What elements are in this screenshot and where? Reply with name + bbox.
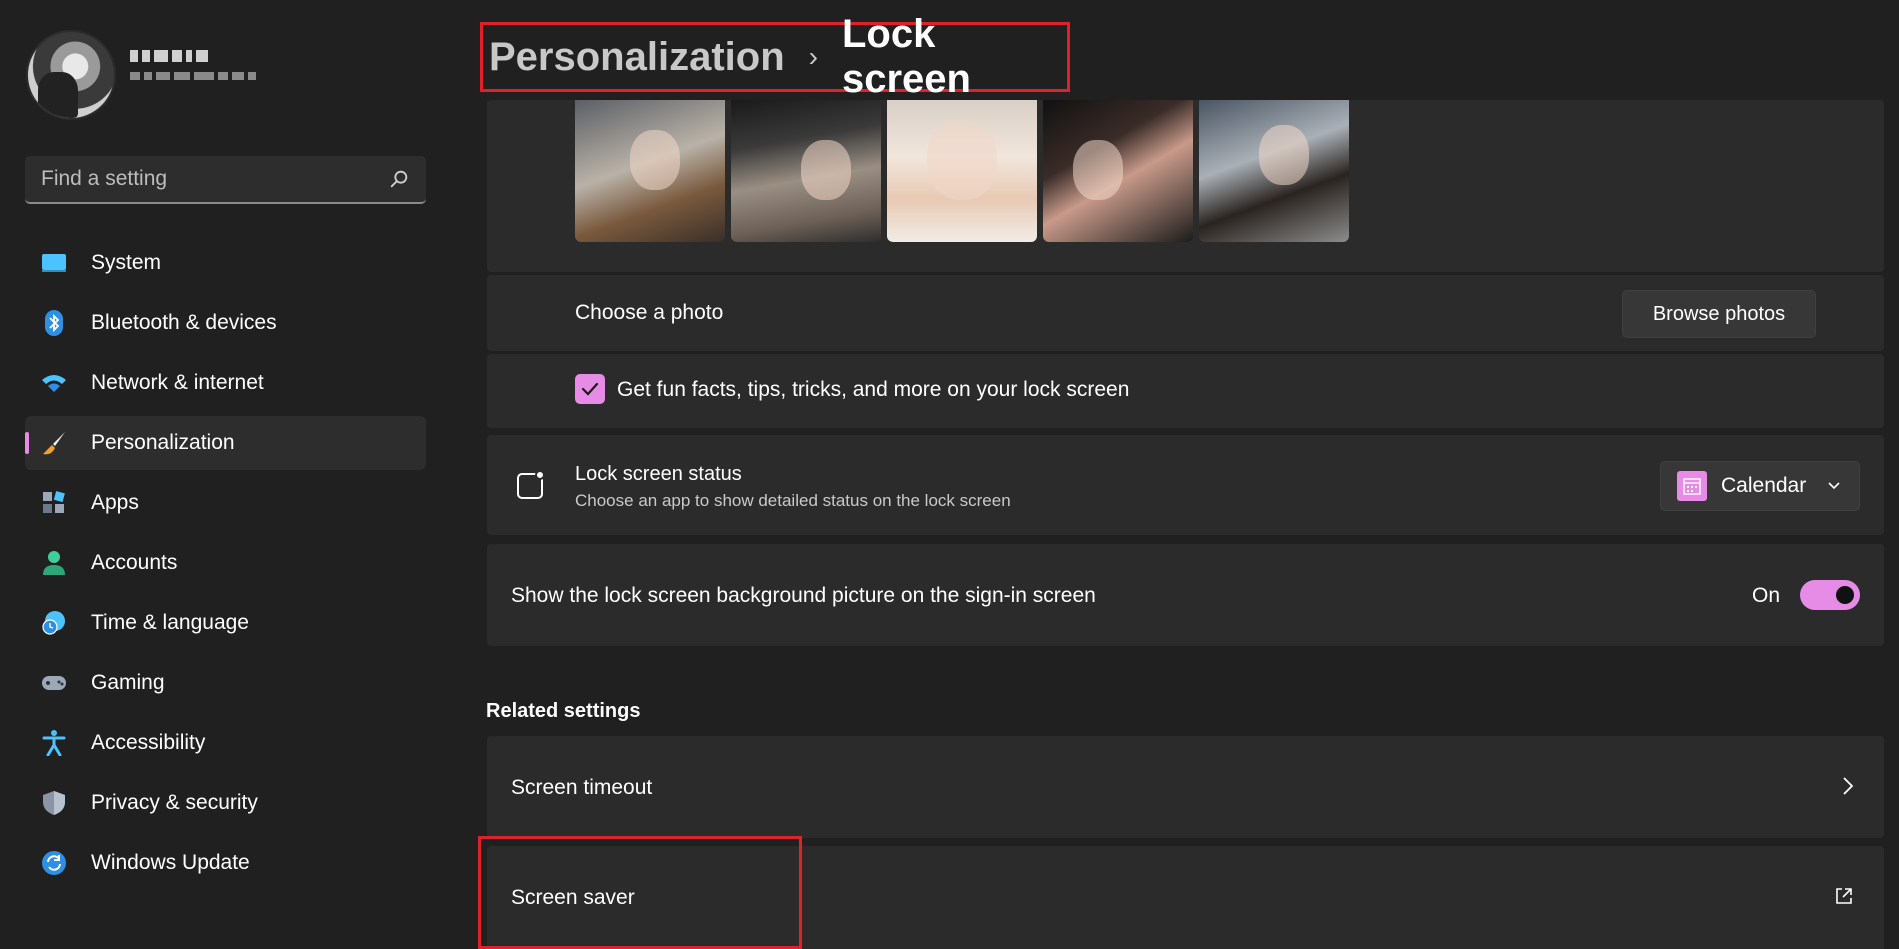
sidebar-item-bluetooth[interactable]: Bluetooth & devices — [25, 296, 426, 350]
page-title: Lock screen — [841, 12, 971, 101]
fun-facts-row: Get fun facts, tips, tricks, and more on… — [487, 354, 1884, 428]
lock-status-value: Calendar — [1721, 474, 1807, 497]
recent-photo[interactable] — [1199, 100, 1349, 242]
screen-saver-label: Screen saver — [511, 886, 635, 909]
sidebar-item-label: Accessibility — [91, 731, 206, 754]
avatar[interactable] — [26, 30, 116, 120]
lock-screen-status-row: Lock screen status Choose an app to show… — [487, 435, 1884, 535]
search-input[interactable] — [41, 167, 388, 191]
chevron-right-icon — [1843, 777, 1854, 795]
choose-photo-label: Choose a photo — [575, 301, 724, 324]
time-language-icon — [41, 610, 67, 636]
signin-background-label: Show the lock screen background picture … — [511, 584, 1096, 607]
sidebar-item-label: Time & language — [91, 611, 249, 634]
sidebar-item-time-language[interactable]: Time & language — [25, 596, 426, 650]
chevron-down-icon — [1828, 482, 1840, 490]
lock-status-subtitle: Choose an app to show detailed status on… — [575, 491, 1011, 510]
gaming-icon — [41, 670, 67, 696]
sidebar-item-label: Personalization — [91, 431, 235, 454]
sidebar-item-label: Privacy & security — [91, 791, 258, 814]
sidebar-item-network[interactable]: Network & internet — [25, 356, 426, 410]
sidebar-item-label: Network & internet — [91, 371, 264, 394]
shield-icon — [41, 790, 67, 816]
sidebar: System Bluetooth & devices Network & int… — [0, 0, 460, 949]
system-icon — [41, 250, 67, 276]
signin-background-row: Show the lock screen background picture … — [487, 544, 1884, 646]
recent-photos-strip — [575, 100, 1349, 242]
recent-photo[interactable] — [1043, 100, 1193, 242]
signin-background-toggle[interactable] — [1800, 580, 1860, 610]
fun-facts-checkbox[interactable] — [575, 374, 605, 404]
sidebar-item-system[interactable]: System — [25, 236, 426, 290]
accounts-icon — [41, 550, 67, 576]
wifi-icon — [41, 370, 67, 396]
screen-timeout-row[interactable]: Screen timeout — [487, 736, 1884, 838]
status-badge-icon — [517, 470, 545, 499]
sidebar-item-gaming[interactable]: Gaming — [25, 656, 426, 710]
apps-icon — [41, 490, 67, 516]
recent-photo[interactable] — [575, 100, 725, 242]
brush-icon — [41, 430, 67, 456]
sidebar-item-label: Accounts — [91, 551, 178, 574]
search-box[interactable] — [25, 156, 426, 204]
sidebar-item-windows-update[interactable]: Windows Update — [25, 836, 426, 890]
accessibility-icon — [41, 730, 67, 756]
choose-photo-row: Choose a photo Browse photos — [487, 275, 1884, 351]
user-info-redacted — [130, 50, 256, 90]
recent-photo[interactable] — [887, 100, 1037, 242]
lock-status-title: Lock screen status — [575, 463, 742, 485]
sidebar-item-label: Apps — [91, 491, 139, 514]
toggle-state-label: On — [1751, 584, 1780, 607]
sidebar-item-label: Gaming — [91, 671, 165, 694]
lock-status-dropdown[interactable]: Calendar — [1660, 461, 1860, 511]
breadcrumb-separator-icon: › — [808, 41, 818, 72]
recent-photos-card — [487, 100, 1884, 272]
nav-list: System Bluetooth & devices Network & int… — [25, 236, 426, 896]
related-settings-heading: Related settings — [486, 700, 641, 722]
screen-saver-row[interactable]: Screen saver — [487, 846, 1884, 949]
browse-photos-button[interactable]: Browse photos — [1622, 290, 1816, 338]
breadcrumb-parent[interactable]: Personalization — [489, 35, 785, 80]
bluetooth-icon — [41, 310, 67, 336]
checkmark-icon — [581, 382, 599, 396]
sidebar-item-accessibility[interactable]: Accessibility — [25, 716, 426, 770]
search-icon[interactable] — [388, 168, 410, 190]
sidebar-item-label: System — [91, 251, 162, 274]
open-external-icon — [1836, 888, 1852, 904]
sidebar-item-label: Windows Update — [91, 851, 250, 874]
sidebar-item-label: Bluetooth & devices — [91, 311, 277, 334]
sidebar-item-personalization[interactable]: Personalization — [25, 416, 426, 470]
recent-photo[interactable] — [731, 100, 881, 242]
sidebar-item-accounts[interactable]: Accounts — [25, 536, 426, 590]
screen-timeout-label: Screen timeout — [511, 776, 653, 799]
calendar-icon — [1677, 471, 1707, 501]
sidebar-item-apps[interactable]: Apps — [25, 476, 426, 530]
breadcrumb: Personalization › Lock screen — [480, 12, 1070, 101]
update-icon — [41, 850, 67, 876]
fun-facts-label: Get fun facts, tips, tricks, and more on… — [617, 378, 1130, 401]
sidebar-item-privacy-security[interactable]: Privacy & security — [25, 776, 426, 830]
